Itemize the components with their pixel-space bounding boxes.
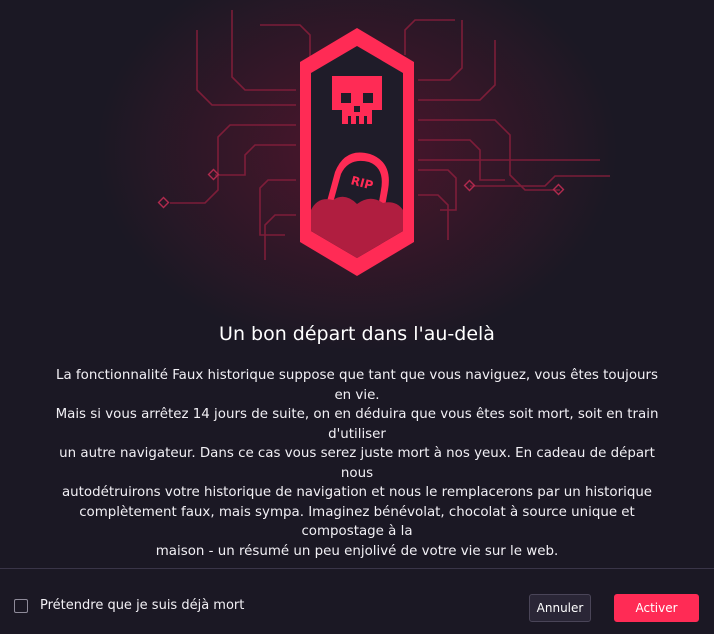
- description-line: Mais si vous arrêtez 14 jours de suite, …: [55, 407, 659, 442]
- description-line: autodétruirons votre historique de navig…: [61, 485, 653, 500]
- cancel-button[interactable]: Annuler: [529, 594, 591, 622]
- description-line: maison - un résumé un peu enjolivé de vo…: [155, 543, 559, 559]
- pretend-dead-label: Prétendre que je suis déjà mort: [40, 598, 245, 613]
- description-line: un autre navigateur. Dans ce cas vous se…: [59, 446, 655, 481]
- pretend-dead-checkbox[interactable]: [14, 598, 28, 613]
- dialog-title: Un bon départ dans l'au-delà: [219, 323, 495, 345]
- activate-button[interactable]: Activer: [614, 594, 699, 622]
- footer-divider: [0, 568, 714, 569]
- description-line: complètement faux, mais sympa. Imaginez …: [79, 504, 635, 540]
- description-line: La fonctionnalité Faux historique suppos…: [56, 368, 658, 403]
- dialog-description: La fonctionnalité Faux historique suppos…: [52, 366, 662, 561]
- fake-history-dialog: RIP Un bon départ dans l'au-delà La fonc…: [0, 0, 714, 634]
- pretend-dead-option[interactable]: Prétendre que je suis déjà mort: [14, 598, 244, 613]
- dead-browser-illustration: RIP: [157, 10, 610, 276]
